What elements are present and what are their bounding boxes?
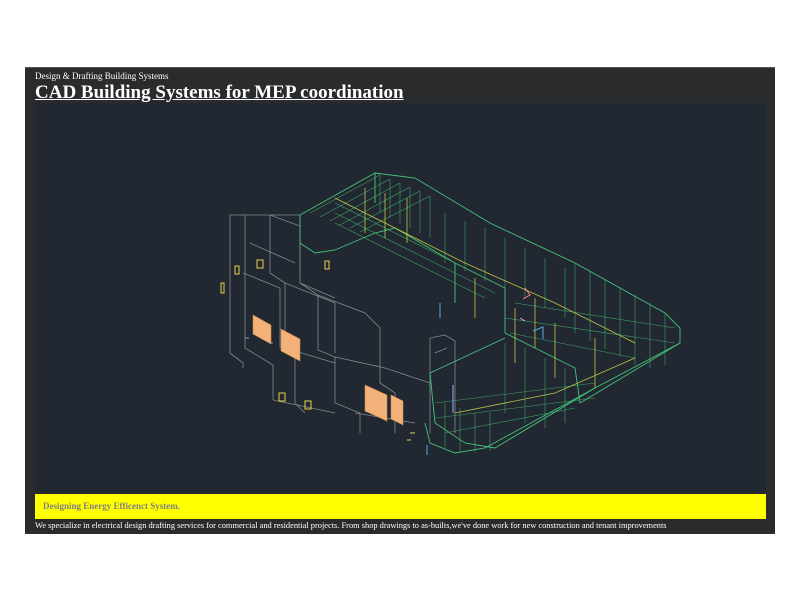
page-subtitle: Design & Drafting Building Systems [35,71,169,81]
energy-banner: Designing Energy Efficenct System. [35,494,766,519]
content-panel: Design & Drafting Building Systems CAD B… [25,67,775,534]
banner-text: Designing Energy Efficenct System. [43,501,180,511]
page-title: CAD Building Systems for MEP coordinatio… [35,82,404,103]
service-description: We specialize in electrical design draft… [35,521,667,530]
isometric-cad-building-model-icon [220,172,681,455]
cad-model-viewport [35,103,766,493]
